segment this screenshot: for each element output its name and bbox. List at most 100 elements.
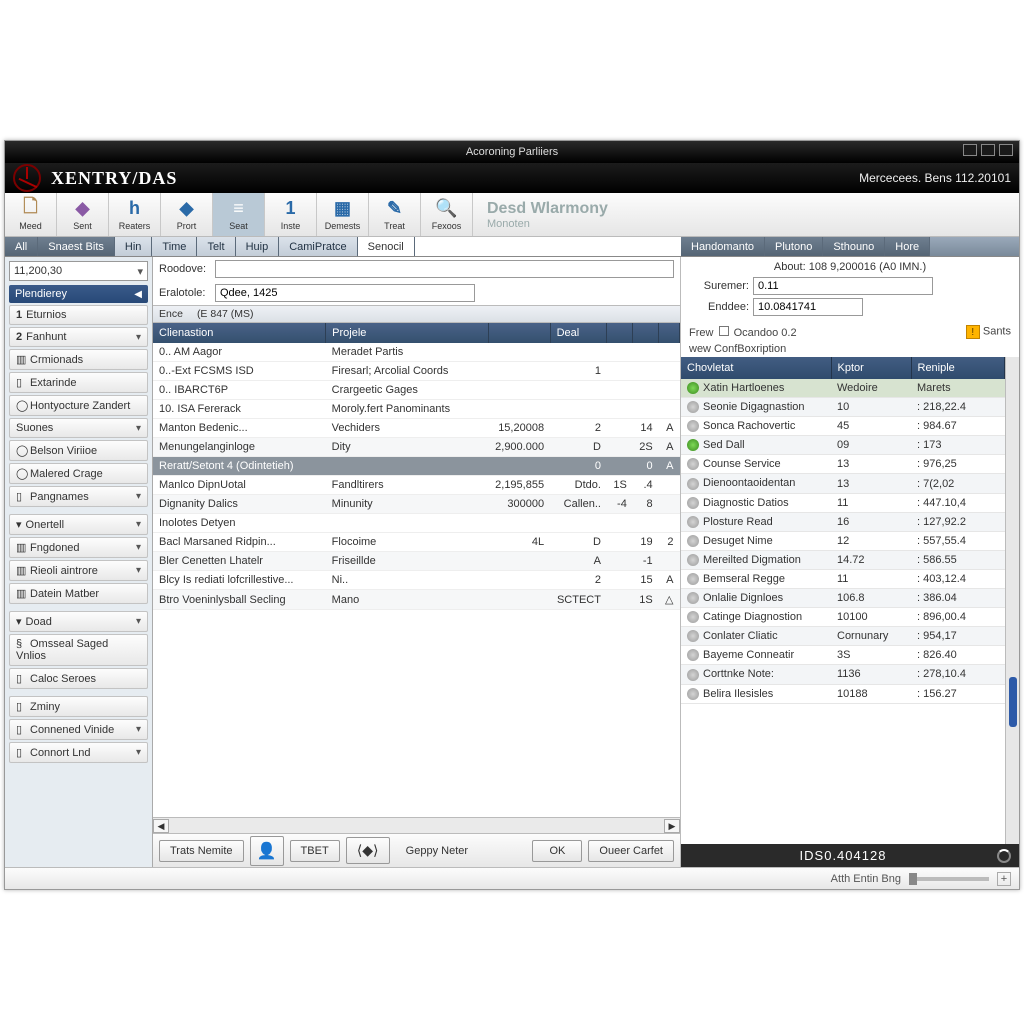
table-row[interactable]: Plosture Read16: 127,92.2	[681, 512, 1005, 531]
sidebar-item-zminy[interactable]: ▯Zminy	[9, 696, 148, 717]
toolbar-meed-button[interactable]: 🗋Meed	[5, 193, 57, 236]
table-row[interactable]: Sed Dall09: 173	[681, 436, 1005, 455]
maximize-icon[interactable]	[981, 144, 995, 156]
table-row[interactable]: Corttnke Note:1136: 278,10.4	[681, 665, 1005, 684]
table-row[interactable]: 10. ISA FererackMoroly.fert Panominants	[153, 400, 680, 419]
tab-hin[interactable]: Hin	[115, 237, 153, 256]
column-header[interactable]: Kptor	[831, 357, 911, 379]
close-icon[interactable]	[999, 144, 1013, 156]
tab-sthouno[interactable]: Sthouno	[823, 237, 885, 256]
sidebar-item-malered-crage[interactable]: ◯Malered Crage	[9, 463, 148, 484]
sidebar-item-crmionads[interactable]: ▥Crmionads	[9, 349, 148, 370]
tbet-button[interactable]: TBET	[290, 840, 340, 862]
column-header[interactable]	[659, 323, 680, 343]
sidebar-item-hontyocture-zandert[interactable]: ◯Hontyocture Zandert	[9, 395, 148, 416]
sidebar-item-onertell[interactable]: ▾Onertell▾	[9, 514, 148, 535]
main-grid[interactable]: ClienastionProjele Deal 0.. AM AagorMerad…	[153, 323, 680, 817]
tab-time[interactable]: Time	[152, 237, 197, 256]
table-row[interactable]: 0.. AM AagorMeradet Partis	[153, 343, 680, 362]
table-row[interactable]: Counse Service13: 976,25	[681, 455, 1005, 474]
vertical-scrollbar[interactable]	[1005, 357, 1019, 844]
table-row[interactable]: Mereilted Digmation14.72: 586.55	[681, 550, 1005, 569]
table-row[interactable]: Dignanity DalicsMinunity300000Callen..-4…	[153, 495, 680, 514]
tab-camipratce[interactable]: CamiPratce	[279, 237, 357, 256]
sidebar-item-caloc-seroes[interactable]: ▯Caloc Seroes	[9, 668, 148, 689]
table-row[interactable]: Diagnostic Datios11: 447.10,4	[681, 493, 1005, 512]
zoom-in-icon[interactable]: +	[997, 872, 1011, 886]
horizontal-scrollbar[interactable]: ◀ ▶	[153, 817, 680, 833]
toolbar-demests-button[interactable]: ▦Demests	[317, 193, 369, 236]
sidebar-item-extarinde[interactable]: ▯Extarinde	[9, 372, 148, 393]
clear-button[interactable]: Oueer Carfet	[588, 840, 674, 862]
toolbar-reaters-button[interactable]: hReaters	[109, 193, 161, 236]
sidebar-item-fngdoned[interactable]: ▥Fngdoned▾	[9, 537, 148, 558]
table-row[interactable]: Btro Voeninlysball SeclingManoSCTECT1S△	[153, 590, 680, 610]
toolbar-sent-button[interactable]: ◆Sent	[57, 193, 109, 236]
table-row[interactable]: MenungelanginlogeDity2,900.000D2SA	[153, 438, 680, 457]
table-row[interactable]: Dienoontaoidentan13: 7(2,02	[681, 474, 1005, 493]
ok-button[interactable]: OK	[532, 840, 582, 862]
sidebar-item-connened-vinide[interactable]: ▯Connened Vinide▾	[9, 719, 148, 740]
toolbar-prort-button[interactable]: ◆Prort	[161, 193, 213, 236]
checkbox-icon[interactable]	[719, 326, 729, 336]
tab-hore[interactable]: Hore	[885, 237, 930, 256]
table-row[interactable]: Bemseral Regge11: 403,12.4	[681, 569, 1005, 588]
table-row[interactable]: Manlco DipnUotalFandltirers2,195,855Dtdo…	[153, 476, 680, 495]
table-row[interactable]: Belira Ilesisles10188: 156.27	[681, 684, 1005, 703]
sidebar-item-rieoli-aintrore[interactable]: ▥Rieoli aintrore▾	[9, 560, 148, 581]
tab-all[interactable]: All	[5, 237, 38, 256]
column-header[interactable]: Deal	[550, 323, 607, 343]
scroll-left-icon[interactable]: ◀	[153, 819, 169, 833]
table-row[interactable]: Xatin HartloenesWedoireMarets	[681, 379, 1005, 398]
sidebar-item-omsseal-saged-vnlios[interactable]: §Omsseal Saged Vnlios	[9, 634, 148, 666]
table-row[interactable]: Catinge Diagnostion10100: 896,00.4	[681, 608, 1005, 627]
sidebar-item-suones[interactable]: Suones▾	[9, 418, 148, 438]
sidebar-item-connort-lnd[interactable]: ▯Connort Lnd▾	[9, 742, 148, 763]
column-header[interactable]: Projele	[326, 323, 489, 343]
tab-handomanto[interactable]: Handomanto	[681, 237, 765, 256]
column-header[interactable]	[488, 323, 550, 343]
surname-input[interactable]	[753, 277, 933, 295]
table-row[interactable]: Seonie Digagnastion10: 218,22.4	[681, 398, 1005, 417]
table-row[interactable]: Onlalie Dignloes106.8: 386.04	[681, 589, 1005, 608]
sidebar-item-eturnios[interactable]: 1Eturnios	[9, 305, 148, 325]
person-button[interactable]: 👤	[250, 836, 284, 866]
column-header[interactable]: Clienastion	[153, 323, 326, 343]
right-table[interactable]: ChovletatKptorReniple Xatin HartloenesWe…	[681, 357, 1005, 704]
table-row[interactable]: Blcy Is rediati lofcrillestive...Ni..215…	[153, 571, 680, 590]
tab-huip[interactable]: Huip	[236, 237, 280, 256]
column-header[interactable]: Chovletat	[681, 357, 831, 379]
table-row[interactable]: Inolotes Detyen	[153, 514, 680, 533]
enddee-input[interactable]	[753, 298, 863, 316]
table-row[interactable]: Reratt/Setont 4 (Odintetieh)00A	[153, 457, 680, 476]
tab-snaest-bits[interactable]: Snaest Bits	[38, 237, 115, 256]
navigate-button[interactable]: ⟨◆⟩	[346, 837, 390, 864]
sidebar-item-doad[interactable]: ▾Doad▾	[9, 611, 148, 632]
sidebar-header[interactable]: Plendierey ◀	[9, 285, 148, 303]
trans-button[interactable]: Trats Nemite	[159, 840, 244, 862]
minimize-icon[interactable]	[963, 144, 977, 156]
toolbar-treat-button[interactable]: ✎Treat	[369, 193, 421, 236]
toolbar-seat-button[interactable]: ≡Seat	[213, 193, 265, 236]
tab-senocil[interactable]: Senocil	[358, 237, 415, 256]
column-header[interactable]: Reniple	[911, 357, 1005, 379]
table-row[interactable]: 0..-Ext FCSMS ISDFiresarl; Arcolial Coor…	[153, 362, 680, 381]
table-row[interactable]: Sonca Rachovertic45: 984.67	[681, 417, 1005, 436]
zoom-slider[interactable]	[909, 877, 989, 881]
table-row[interactable]: 0.. IBARCT6PCrargeetic Gages	[153, 381, 680, 400]
table-row[interactable]: Desuget Nime12: 557,55.4	[681, 531, 1005, 550]
table-row[interactable]: Bacl Marsaned Ridpin...Flocoime4LD192	[153, 533, 680, 552]
tab-plutono[interactable]: Plutono	[765, 237, 823, 256]
sidebar-item-pangnames[interactable]: ▯Pangnames▾	[9, 486, 148, 507]
sidebar-item-belson-viriioe[interactable]: ◯Belson Viriioe	[9, 440, 148, 461]
table-row[interactable]: Bayeme Conneatir3S: 826.40	[681, 646, 1005, 665]
column-header[interactable]	[607, 323, 633, 343]
toolbar-inste-button[interactable]: 1Inste	[265, 193, 317, 236]
table-row[interactable]: Manton Bedenic...Vechiders15,20008214A	[153, 419, 680, 438]
sidebar-item-fanhunt[interactable]: 2Fanhunt▾	[9, 327, 148, 347]
table-row[interactable]: Conlater CliaticCornunary: 954,17	[681, 627, 1005, 646]
scroll-thumb[interactable]	[1009, 677, 1017, 727]
toolbar-fexoos-button[interactable]: 🔍Fexoos	[421, 193, 473, 236]
tab-telt[interactable]: Telt	[197, 237, 235, 256]
sidebar-item-datein-matber[interactable]: ▥Datein Matber	[9, 583, 148, 604]
